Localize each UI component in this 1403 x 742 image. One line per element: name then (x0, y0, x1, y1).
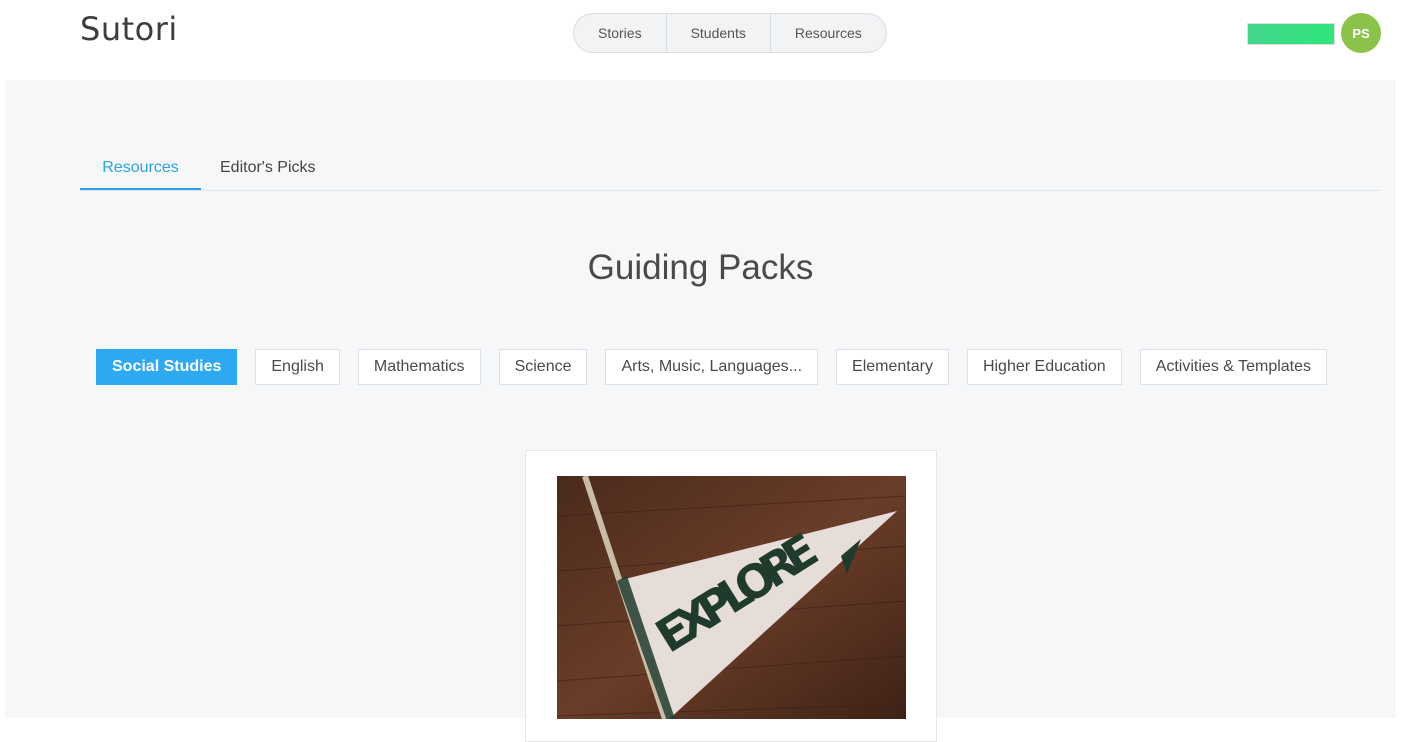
filter-mathematics[interactable]: Mathematics (357, 349, 481, 385)
filter-english[interactable]: English (255, 349, 340, 385)
app-logo[interactable]: Sutori (80, 10, 178, 48)
filter-activities-templates[interactable]: Activities & Templates (1139, 349, 1328, 385)
filter-science[interactable]: Science (498, 349, 588, 385)
resource-subtabs: Resources Editor's Picks (80, 148, 1381, 191)
nav-students[interactable]: Students (665, 14, 770, 52)
guiding-pack-card[interactable]: EXPLORE (525, 450, 937, 742)
nav-resources[interactable]: Resources (769, 14, 886, 52)
subject-filters: Social Studies English Mathematics Scien… (96, 349, 1345, 385)
user-avatar[interactable]: PS (1341, 13, 1381, 53)
filter-higher-education[interactable]: Higher Education (966, 349, 1122, 385)
filter-elementary[interactable]: Elementary (836, 349, 949, 385)
tab-editors-picks[interactable]: Editor's Picks (220, 148, 316, 188)
upgrade-bar[interactable] (1247, 23, 1335, 45)
nav-stories[interactable]: Stories (574, 14, 666, 52)
page-title: Guiding Packs (587, 248, 814, 287)
filter-social-studies[interactable]: Social Studies (96, 349, 238, 385)
filter-arts-music-languages[interactable]: Arts, Music, Languages... (605, 349, 819, 385)
pennant-flag-image[interactable]: EXPLORE (557, 476, 906, 719)
top-navigation: Stories Students Resources (573, 13, 887, 53)
app-header: Sutori Stories Students Resources PS (0, 0, 1403, 80)
tab-resources[interactable]: Resources (80, 148, 201, 190)
main-content: Resources Editor's Picks Guiding Packs S… (5, 80, 1396, 742)
